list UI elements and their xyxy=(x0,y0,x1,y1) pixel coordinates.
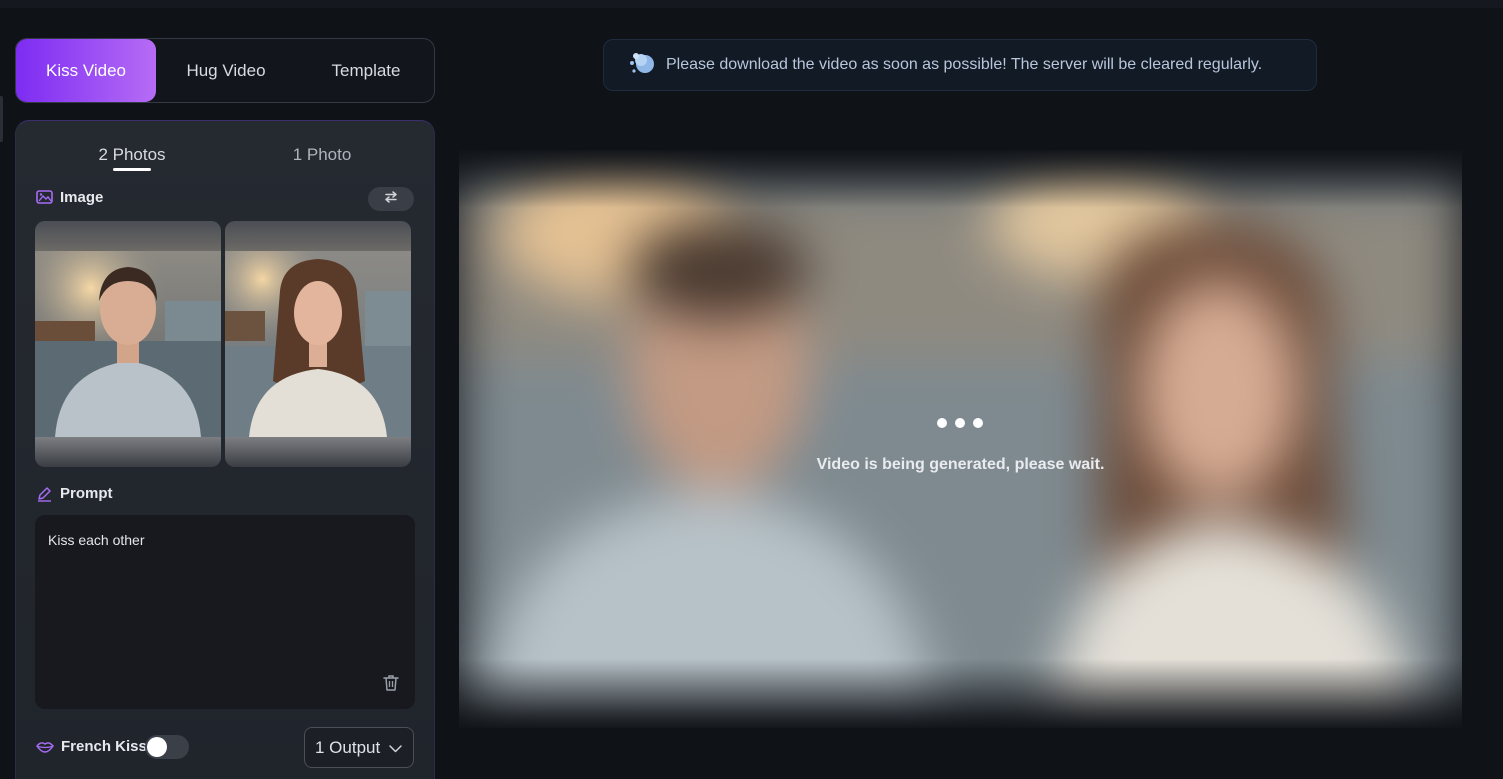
active-tab-indicator xyxy=(113,168,151,171)
trash-icon xyxy=(381,675,401,697)
top-bar xyxy=(0,0,1503,8)
mode-tabs: Kiss Video Hug Video Template xyxy=(15,38,435,103)
chevron-down-icon xyxy=(389,738,402,758)
photo-top-fade xyxy=(225,221,411,251)
clear-prompt-button[interactable] xyxy=(381,673,403,695)
tab-kiss-video[interactable]: Kiss Video xyxy=(16,39,156,102)
image-icon xyxy=(36,190,53,205)
settings-panel: 2 Photos 1 Photo Image Prompt Kiss each … xyxy=(15,120,435,779)
swap-arrows-icon xyxy=(384,190,398,208)
photo-slot-2[interactable] xyxy=(225,221,411,467)
generation-status-text: Video is being generated, please wait. xyxy=(816,456,1105,473)
prompt-label: Prompt xyxy=(60,485,113,502)
server-notice-banner: Please download the video as soon as pos… xyxy=(603,39,1317,91)
preview-vignette xyxy=(459,150,1462,728)
photo-bottom-fade xyxy=(225,437,411,467)
photo-bottom-fade xyxy=(35,437,221,467)
photo-slot-1[interactable] xyxy=(35,221,221,467)
tab-1-photo[interactable]: 1 Photo xyxy=(222,141,422,173)
man-portrait-image xyxy=(35,251,221,437)
prompt-text[interactable]: Kiss each other xyxy=(48,532,145,548)
image-label: Image xyxy=(60,189,104,206)
output-count-value: 1 Output xyxy=(315,737,381,757)
video-preview: Video is being generated, please wait. xyxy=(459,150,1462,728)
toggle-knob xyxy=(147,737,167,757)
bubble-icon xyxy=(628,50,656,81)
pen-icon xyxy=(36,485,53,502)
loading-dots-icon xyxy=(937,418,983,428)
french-kiss-row: French Kiss 1 Output xyxy=(35,727,415,769)
woman-portrait-image xyxy=(225,251,411,437)
french-kiss-toggle[interactable] xyxy=(145,735,189,759)
french-kiss-text: French Kiss xyxy=(61,738,147,755)
lips-icon xyxy=(36,740,54,753)
image-section-label: Image xyxy=(36,189,103,206)
photo-count-tabs: 2 Photos 1 Photo xyxy=(16,141,436,181)
french-kiss-label: French Kiss xyxy=(36,738,147,755)
tab-hug-video[interactable]: Hug Video xyxy=(156,39,296,102)
swap-photos-button[interactable] xyxy=(368,187,414,211)
notice-text: Please download the video as soon as pos… xyxy=(666,56,1263,73)
prompt-textarea[interactable]: Kiss each other xyxy=(35,515,415,709)
output-count-select[interactable]: 1 Output xyxy=(304,727,414,768)
prompt-section-label: Prompt xyxy=(36,485,113,502)
photo-top-fade xyxy=(35,221,221,251)
tab-template[interactable]: Template xyxy=(296,39,436,102)
sidebar-collapse-handle[interactable] xyxy=(0,96,3,142)
